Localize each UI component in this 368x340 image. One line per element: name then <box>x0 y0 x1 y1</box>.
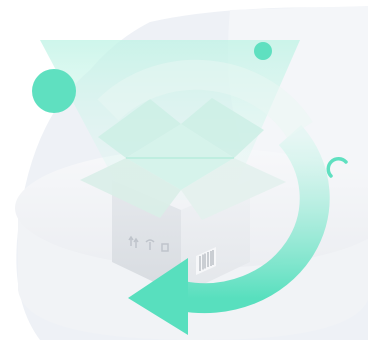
empty-state-illustration <box>0 0 368 340</box>
decor-circle-large <box>32 69 76 113</box>
empty-box-illustration <box>15 6 368 340</box>
decor-circle-small <box>254 42 272 60</box>
